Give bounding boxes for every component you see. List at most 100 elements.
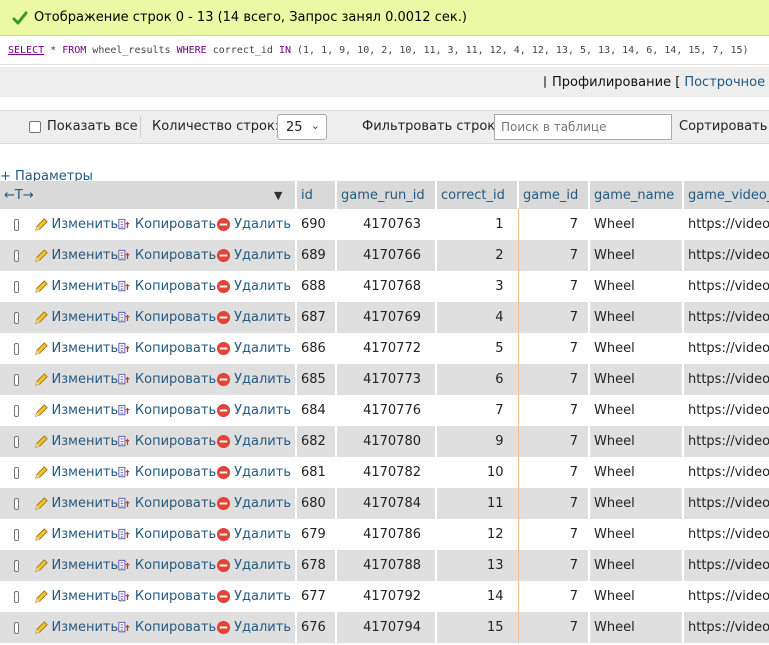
cell-game-video[interactable]: https://video.b — [683, 457, 769, 488]
delete-button[interactable]: Удалить — [216, 310, 291, 325]
cell-game-video[interactable]: https://video.b — [683, 209, 769, 240]
copy-button[interactable]: Копировать — [118, 279, 216, 294]
row-checkbox[interactable] — [14, 528, 19, 541]
edit-button[interactable]: Изменить — [34, 279, 118, 294]
row-checkbox[interactable] — [14, 497, 19, 510]
cell-game-id[interactable]: 7 — [518, 395, 589, 426]
row-checkbox[interactable] — [14, 342, 19, 355]
edit-button[interactable]: Изменить — [34, 496, 118, 511]
cell-game-id[interactable]: 7 — [518, 612, 589, 643]
column-header-game-video[interactable]: game_video_ — [683, 181, 769, 209]
row-checkbox[interactable] — [14, 404, 19, 417]
cell-game-id[interactable]: 7 — [518, 519, 589, 550]
cell-game-id[interactable]: 7 — [518, 488, 589, 519]
cell-game-id[interactable]: 7 — [518, 271, 589, 302]
cell-game-name[interactable]: Wheel — [589, 333, 683, 364]
cell-correct-id[interactable]: 2 — [435, 240, 519, 271]
column-arrows-header[interactable]: ←T→ ▼ — [0, 181, 297, 209]
column-header-id[interactable]: id — [296, 181, 337, 209]
cell-game-name[interactable]: Wheel — [589, 364, 683, 395]
rows-count-select[interactable]: 25 ⌄ — [277, 114, 327, 140]
cell-game-id[interactable]: 7 — [518, 209, 589, 240]
cell-id[interactable]: 685 — [296, 364, 336, 395]
row-checkbox[interactable] — [14, 590, 19, 603]
delete-button[interactable]: Удалить — [216, 341, 291, 356]
cell-game-run-id[interactable]: 4170780 — [336, 426, 436, 457]
delete-button[interactable]: Удалить — [216, 527, 291, 542]
row-checkbox[interactable] — [14, 280, 19, 293]
cell-game-name[interactable]: Wheel — [589, 612, 683, 643]
edit-button[interactable]: Изменить — [34, 527, 118, 542]
cell-game-id[interactable]: 7 — [518, 333, 589, 364]
cell-game-id[interactable]: 7 — [518, 426, 589, 457]
cell-game-id[interactable]: 7 — [518, 240, 589, 271]
cell-correct-id[interactable]: 9 — [435, 426, 519, 457]
cell-game-name[interactable]: Wheel — [589, 426, 683, 457]
copy-button[interactable]: Копировать — [118, 217, 216, 232]
show-all-label[interactable]: Показать все — [47, 119, 138, 134]
profiling-checkbox[interactable] — [544, 76, 546, 88]
cell-correct-id[interactable]: 7 — [435, 395, 519, 426]
copy-button[interactable]: Копировать — [118, 310, 216, 325]
row-checkbox[interactable] — [14, 466, 19, 479]
row-checkbox[interactable] — [14, 249, 19, 262]
delete-button[interactable]: Удалить — [216, 217, 291, 232]
edit-button[interactable]: Изменить — [34, 465, 118, 480]
cell-game-run-id[interactable]: 4170776 — [336, 395, 436, 426]
cell-game-run-id[interactable]: 4170772 — [336, 333, 436, 364]
cell-id[interactable]: 679 — [296, 519, 336, 550]
delete-button[interactable]: Удалить — [216, 496, 291, 511]
cell-correct-id[interactable]: 14 — [435, 581, 519, 612]
cell-correct-id[interactable]: 6 — [435, 364, 519, 395]
cell-game-video[interactable]: https://video.b — [683, 395, 769, 426]
copy-button[interactable]: Копировать — [118, 527, 216, 542]
cell-game-name[interactable]: Wheel — [589, 519, 683, 550]
copy-button[interactable]: Копировать — [118, 248, 216, 263]
edit-button[interactable]: Изменить — [34, 248, 118, 263]
cell-id[interactable]: 678 — [296, 550, 336, 581]
cell-correct-id[interactable]: 3 — [435, 271, 519, 302]
cell-game-name[interactable]: Wheel — [589, 395, 683, 426]
row-checkbox[interactable] — [14, 311, 19, 324]
cell-game-video[interactable]: https://video.b — [683, 550, 769, 581]
edit-button[interactable]: Изменить — [34, 217, 118, 232]
cell-id[interactable]: 680 — [296, 488, 336, 519]
copy-button[interactable]: Копировать — [118, 589, 216, 604]
cell-id[interactable]: 676 — [296, 612, 336, 643]
copy-button[interactable]: Копировать — [118, 372, 216, 387]
cell-correct-id[interactable]: 12 — [435, 519, 519, 550]
cell-game-run-id[interactable]: 4170768 — [336, 271, 436, 302]
table-search-input[interactable] — [494, 114, 672, 140]
edit-button[interactable]: Изменить — [34, 558, 118, 573]
cell-game-run-id[interactable]: 4170773 — [336, 364, 436, 395]
delete-button[interactable]: Удалить — [216, 248, 291, 263]
cell-game-video[interactable]: https://video.b — [683, 364, 769, 395]
delete-button[interactable]: Удалить — [216, 558, 291, 573]
row-checkbox[interactable] — [14, 559, 19, 572]
profiling-label[interactable]: Профилирование [ — [552, 75, 680, 90]
delete-button[interactable]: Удалить — [216, 279, 291, 294]
cell-game-run-id[interactable]: 4170786 — [336, 519, 436, 550]
edit-button[interactable]: Изменить — [34, 620, 118, 635]
cell-game-run-id[interactable]: 4170782 — [336, 457, 436, 488]
cell-id[interactable]: 682 — [296, 426, 336, 457]
delete-button[interactable]: Удалить — [216, 403, 291, 418]
cell-id[interactable]: 689 — [296, 240, 336, 271]
cell-correct-id[interactable]: 11 — [435, 488, 519, 519]
edit-button[interactable]: Изменить — [34, 403, 118, 418]
copy-button[interactable]: Копировать — [118, 496, 216, 511]
copy-button[interactable]: Копировать — [118, 403, 216, 418]
cell-id[interactable]: 686 — [296, 333, 336, 364]
cell-game-name[interactable]: Wheel — [589, 550, 683, 581]
cell-correct-id[interactable]: 10 — [435, 457, 519, 488]
cell-game-id[interactable]: 7 — [518, 581, 589, 612]
column-dropdown-icon[interactable]: ▼ — [274, 189, 282, 202]
copy-button[interactable]: Копировать — [118, 558, 216, 573]
delete-button[interactable]: Удалить — [216, 620, 291, 635]
delete-button[interactable]: Удалить — [216, 465, 291, 480]
cell-game-name[interactable]: Wheel — [589, 302, 683, 333]
edit-button[interactable]: Изменить — [34, 434, 118, 449]
copy-button[interactable]: Копировать — [118, 465, 216, 480]
edit-button[interactable]: Изменить — [34, 310, 118, 325]
delete-button[interactable]: Удалить — [216, 372, 291, 387]
